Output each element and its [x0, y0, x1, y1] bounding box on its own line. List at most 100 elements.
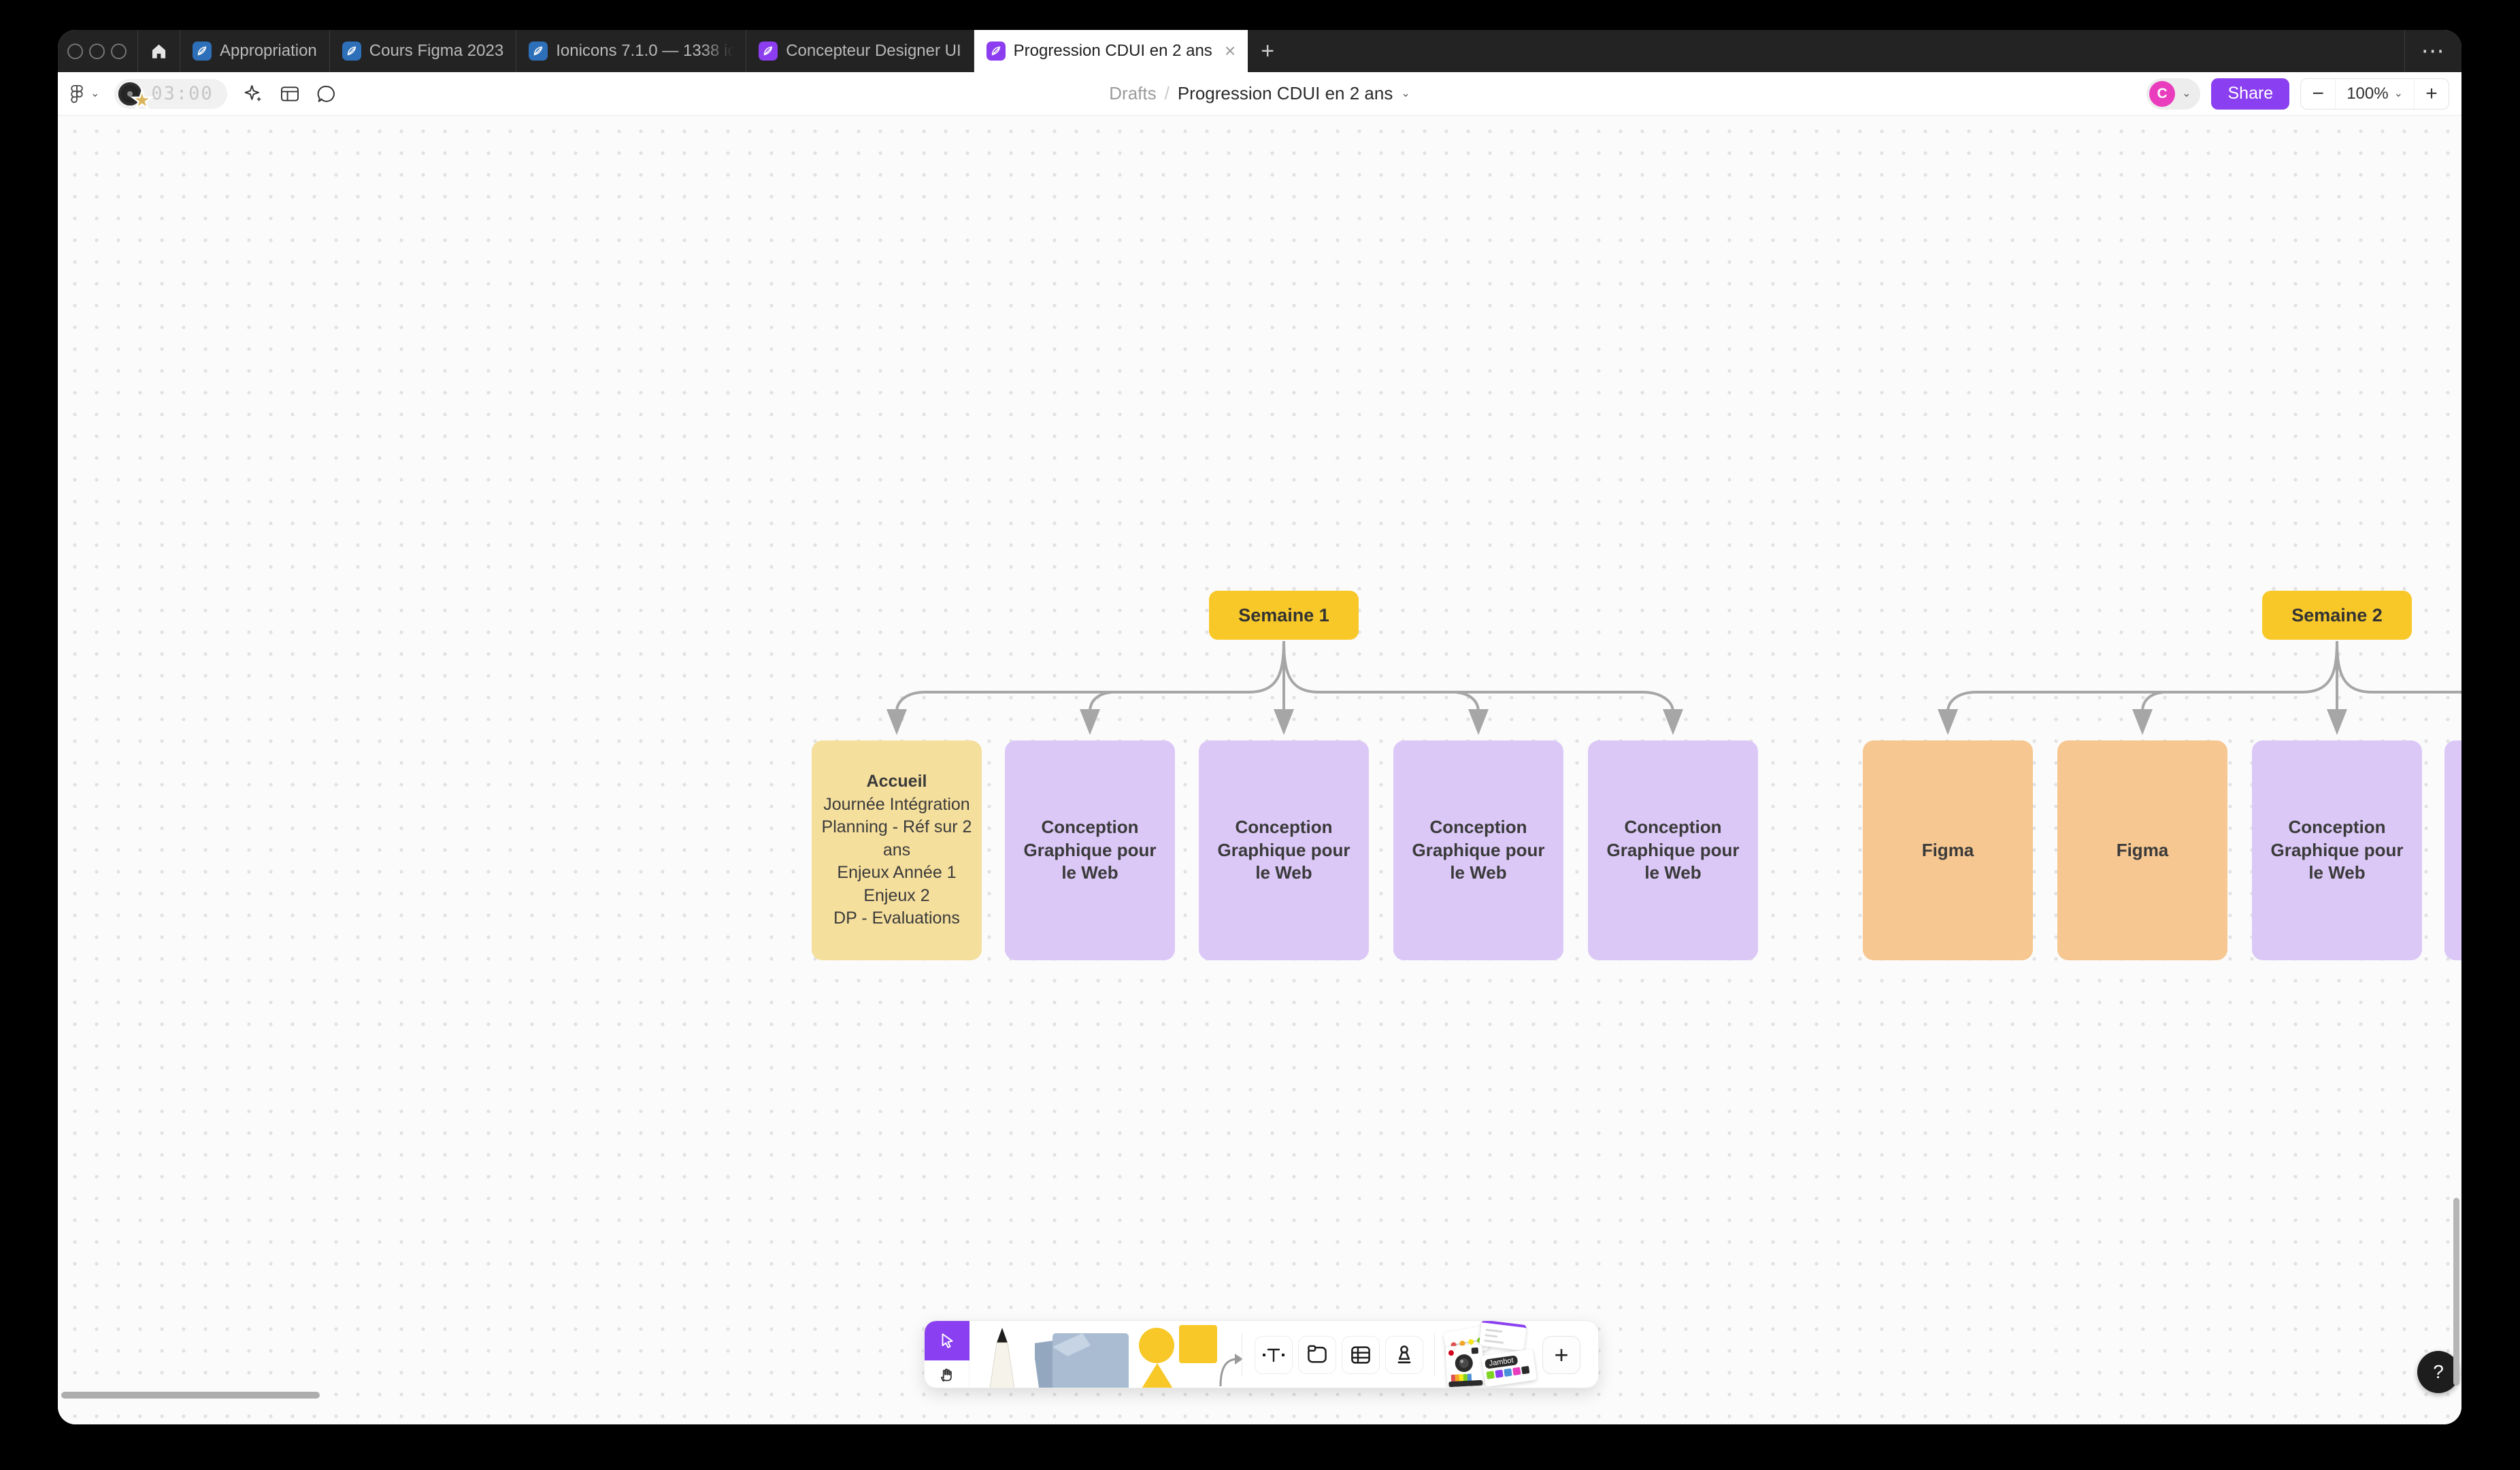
section-tool-button[interactable] — [1298, 1336, 1336, 1374]
window-controls — [58, 30, 138, 72]
design-file-icon — [193, 42, 212, 61]
home-icon — [150, 42, 168, 61]
figma-logo-icon — [67, 84, 86, 104]
window-minimize-button[interactable] — [89, 44, 105, 59]
cursor-icon — [938, 1332, 956, 1350]
jambot-thumbnail: Jambot — [1481, 1349, 1537, 1387]
figjam-file-icon — [759, 42, 778, 61]
hand-icon — [938, 1365, 957, 1384]
card-item: Journée Intégration — [814, 794, 979, 817]
music-timer-widget[interactable]: ★ 03:00 — [114, 79, 227, 109]
window-close-button[interactable] — [67, 44, 83, 59]
toolbar-divider — [1434, 1333, 1435, 1377]
tab-cours-figma-2023[interactable]: Cours Figma 2023 — [330, 30, 516, 72]
stamp-icon — [1393, 1344, 1415, 1366]
zoom-controls: − 100% ⌄ + — [2300, 78, 2449, 110]
tab-bar: Appropriation Cours Figma 2023 Ionicons … — [58, 30, 2461, 72]
card-label: Figma — [2099, 839, 2187, 862]
marker-tool-button[interactable] — [983, 1326, 1021, 1388]
shape-circle-tool[interactable] — [1139, 1328, 1174, 1363]
card-conception-4[interactable]: Conception Graphique pour le Web — [1588, 740, 1758, 960]
tab-concepteur-designer-ui[interactable]: Concepteur Designer UI — [746, 30, 974, 72]
tab-overflow-menu-button[interactable]: ⋯ — [2404, 30, 2461, 72]
question-mark-icon: ? — [2433, 1361, 2444, 1383]
card-label: Conception Graphique pour le Web — [2252, 816, 2422, 885]
file-title[interactable]: Progression CDUI en 2 ans — [1178, 83, 1393, 104]
card-conception-2[interactable]: Conception Graphique pour le Web — [1199, 740, 1369, 960]
horizontal-scrollbar[interactable] — [61, 1392, 320, 1399]
chevron-down-icon: ⌄ — [90, 88, 99, 99]
zoom-level-menu[interactable]: 100% ⌄ — [2335, 79, 2415, 109]
tab-progression-cdui-active[interactable]: Progression CDUI en 2 ans × — [974, 30, 1248, 72]
card-item: Enjeux 2 — [854, 885, 939, 908]
avatar: C — [2149, 81, 2175, 107]
design-file-icon — [529, 42, 548, 61]
tab-close-icon[interactable]: × — [1225, 42, 1236, 61]
tab-bar-spacer — [1287, 30, 2404, 72]
card-item: Enjeux Année 1 — [827, 862, 965, 885]
figma-app-window: Appropriation Cours Figma 2023 Ionicons … — [58, 30, 2461, 1424]
table-tool-button[interactable] — [1342, 1336, 1380, 1374]
vertical-scrollbar[interactable] — [2453, 1198, 2459, 1386]
window-zoom-button[interactable] — [111, 44, 127, 59]
figjam-canvas[interactable]: Semaine 1 Semaine 2 Accueil Journée Inté… — [58, 116, 2461, 1424]
sticky-note-tool-button[interactable] — [1035, 1329, 1131, 1388]
shape-triangle-tool[interactable] — [1140, 1363, 1175, 1388]
more-tools-button[interactable]: + — [1542, 1336, 1580, 1374]
tab-ionicons[interactable]: Ionicons 7.1.0 — 1338 icons pack (C — [516, 30, 746, 72]
select-tool-button[interactable] — [925, 1321, 969, 1360]
jambot-label: Jambot — [1485, 1355, 1519, 1369]
hand-tool-button[interactable] — [925, 1360, 969, 1388]
widget-card-thumbnail — [1479, 1320, 1527, 1351]
card-title: Accueil — [867, 770, 927, 794]
card-conception-3[interactable]: Conception Graphique pour le Web — [1393, 740, 1563, 960]
card-item: Planning - Réf sur 2 ans — [812, 816, 982, 862]
tab-appropriation[interactable]: Appropriation — [180, 30, 330, 72]
card-figma-1[interactable]: Figma — [1863, 740, 2033, 960]
camera-thumbnail — [1445, 1345, 1484, 1388]
stamp-tool-button[interactable] — [1385, 1336, 1423, 1374]
media-tools-button[interactable]: Jambot — [1445, 1321, 1540, 1388]
figjam-toolbar: Jambot + — [924, 1320, 1599, 1388]
week-node-semaine-1[interactable]: Semaine 1 — [1209, 591, 1359, 640]
sticky-note-icon — [1035, 1329, 1131, 1388]
section-icon — [1306, 1344, 1328, 1366]
card-figma-2[interactable]: Figma — [2057, 740, 2227, 960]
zoom-out-button[interactable]: − — [2301, 79, 2335, 109]
account-menu[interactable]: C ⌄ — [2146, 78, 2200, 110]
tab-label: Concepteur Designer UI — [786, 42, 961, 61]
figjam-file-icon — [987, 42, 1006, 61]
top-toolbar: ⌄ ★ 03:00 Drafts / — [58, 72, 2461, 116]
chevron-down-icon[interactable]: ⌄ — [1401, 88, 1410, 99]
share-button[interactable]: Share — [2211, 78, 2289, 110]
card-item: DP - Evaluations — [824, 907, 969, 930]
tab-label: Appropriation — [220, 42, 317, 61]
chevron-down-icon: ⌄ — [2394, 88, 2403, 99]
card-label: Conception Graphique pour le Web — [1588, 816, 1758, 885]
text-icon — [1262, 1345, 1285, 1365]
home-button[interactable] — [138, 30, 180, 72]
breadcrumb-separator: / — [1165, 83, 1170, 104]
connector-arrow-icon — [1217, 1351, 1243, 1388]
star-sticker-icon: ★ — [134, 90, 150, 111]
week-node-semaine-2[interactable]: Semaine 2 — [2262, 591, 2412, 640]
zoom-in-button[interactable]: + — [2415, 79, 2449, 109]
comment-icon[interactable] — [316, 83, 337, 105]
connector-tool-button[interactable] — [1217, 1351, 1243, 1388]
new-tab-button[interactable]: + — [1248, 30, 1287, 72]
breadcrumb-folder[interactable]: Drafts — [1109, 83, 1156, 104]
card-conception-5[interactable]: Conception Graphique pour le Web — [2252, 740, 2422, 960]
main-menu-button[interactable]: ⌄ — [67, 84, 99, 104]
card-label: Conception Graphique pour le Web — [1199, 816, 1369, 885]
shape-square-tool[interactable] — [1179, 1325, 1217, 1363]
vinyl-record-icon: ★ — [118, 81, 144, 107]
zoom-level-value: 100% — [2347, 84, 2388, 103]
ai-sparkle-icon[interactable] — [242, 83, 264, 105]
card-accueil[interactable]: Accueil Journée Intégration Planning - R… — [812, 740, 982, 960]
card-conception-6-clipped[interactable] — [2444, 740, 2461, 960]
card-conception-1[interactable]: Conception Graphique pour le Web — [1005, 740, 1175, 960]
templates-icon[interactable] — [279, 83, 301, 105]
text-tool-button[interactable] — [1255, 1336, 1293, 1374]
week-label: Semaine 2 — [2291, 605, 2383, 626]
breadcrumb: Drafts / Progression CDUI en 2 ans ⌄ — [1109, 83, 1410, 104]
